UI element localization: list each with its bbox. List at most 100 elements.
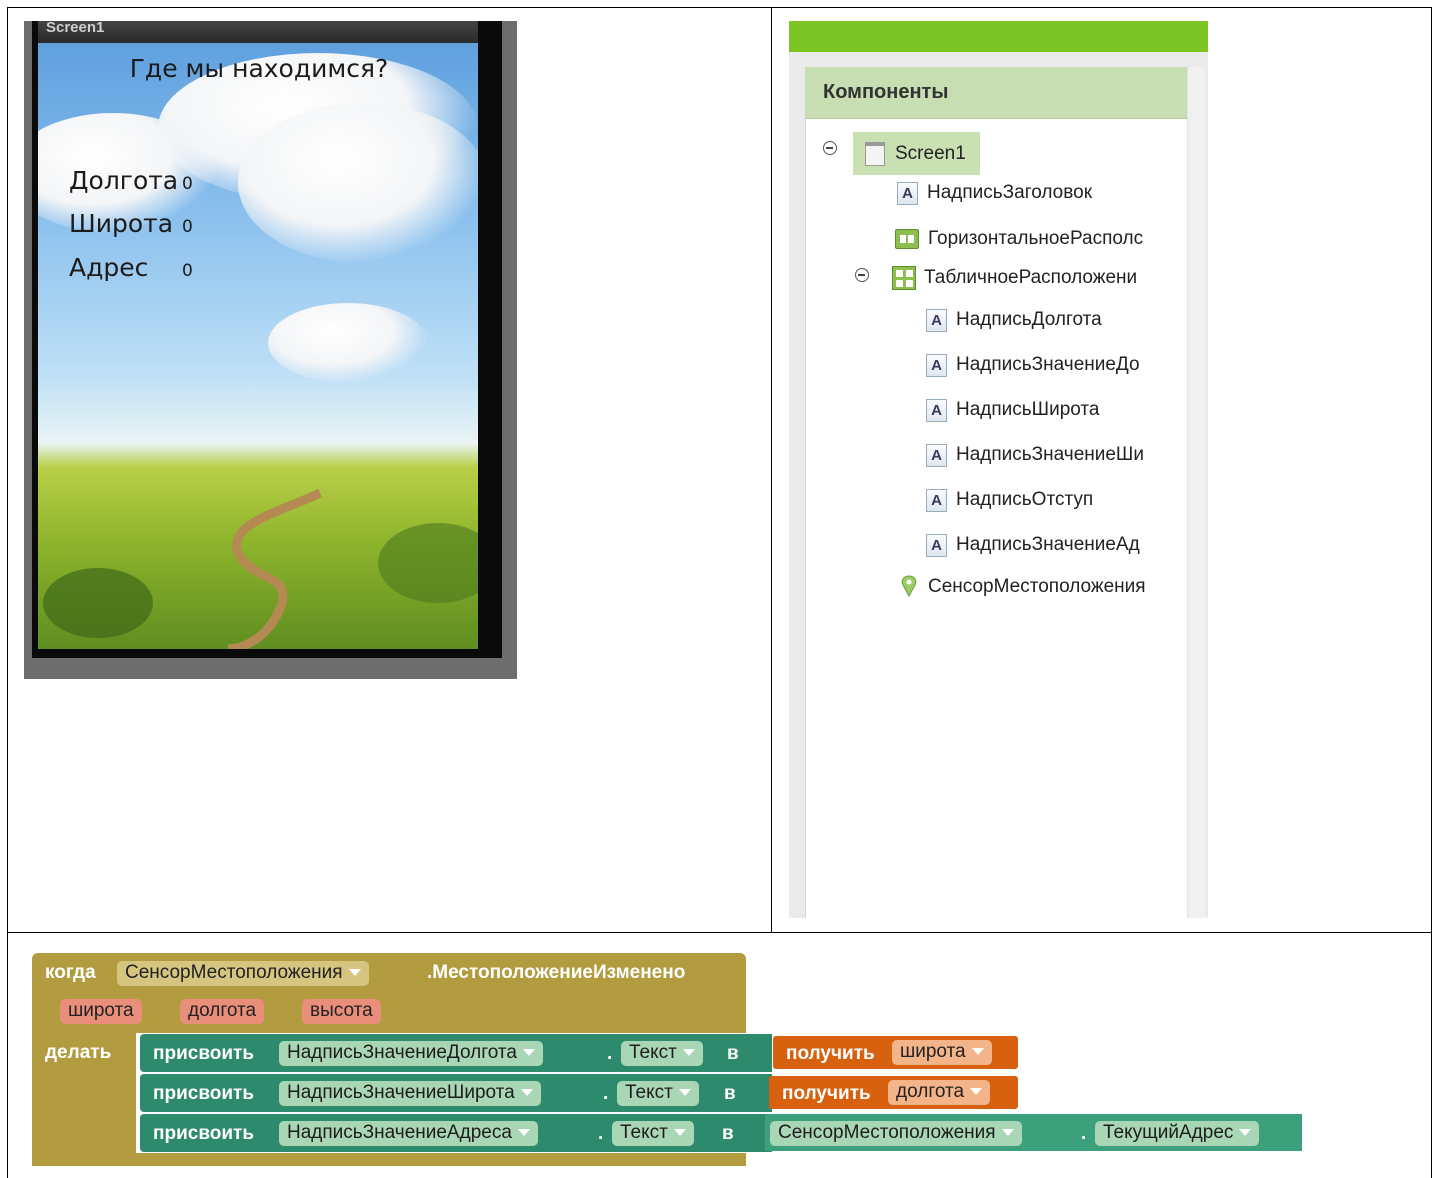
set-target-dropdown[interactable]: НадписьЗначениеДолгота (279, 1041, 543, 1066)
chevron-down-icon (678, 1089, 691, 1097)
get-keyword: получить (786, 1043, 875, 1064)
tree-item-label: НадписьЗначениеДо (956, 354, 1140, 375)
dot-separator: . (598, 1123, 604, 1144)
tree-item-label: НадписьОтступ (956, 489, 1094, 510)
screen-icon (865, 141, 885, 166)
phone-preview: Screen1 Где мы находимся? Долгота 0 Широ… (24, 21, 517, 679)
property-dropdown[interactable]: Текст (612, 1121, 694, 1146)
set-target-label: НадписьЗначениеДолгота (287, 1042, 517, 1063)
param-longitude[interactable]: долгота (180, 999, 265, 1024)
chevron-down-icon (522, 1049, 535, 1057)
tree-item-label: НадписьЗначениеАд (956, 534, 1140, 555)
label-icon: A (897, 181, 918, 205)
components-scrollbar[interactable] (1187, 67, 1205, 918)
label-icon: A (926, 533, 947, 557)
tree-item-location-sensor[interactable]: СенсорМестоположения (899, 572, 1146, 602)
chevron-down-icon (1239, 1129, 1252, 1137)
get-variable-dropdown[interactable]: широта (892, 1040, 992, 1065)
tree-item-label: ГоризонтальноеРасполс (928, 228, 1144, 249)
chevron-down-icon (517, 1129, 530, 1137)
longitude-label: Долгота (69, 166, 179, 195)
latitude-label: Широта (69, 209, 174, 238)
road-path (43, 488, 478, 649)
grid-horizontal (7, 932, 1432, 933)
set-target-label: НадписьЗначениеАдреса (287, 1122, 512, 1143)
tree-item-address-value-label[interactable]: A НадписьЗначениеАд (926, 530, 1140, 560)
set-target-dropdown[interactable]: НадписьЗначениеШирота (279, 1081, 541, 1106)
get-keyword: получить (782, 1083, 871, 1104)
tree-item-label: СенсорМестоположения (928, 576, 1146, 597)
label-icon: A (926, 398, 947, 422)
longitude-row: Долгота 0 (69, 166, 193, 195)
screen-title-bar: Screen1 (38, 21, 478, 43)
tree-item-latitude-value-label[interactable]: A НадписьЗначениеШи (926, 440, 1144, 470)
grid-middle-vertical (771, 7, 772, 933)
address-label: Адрес (69, 253, 149, 282)
set-keyword: присвоить (153, 1043, 255, 1064)
tree-item-label: НадписьЗаголовок (927, 182, 1093, 203)
get-variable-label: долгота (896, 1081, 965, 1102)
dot-separator: . (1081, 1123, 1087, 1144)
tree-item-longitude-label[interactable]: A НадписьДолгота (926, 305, 1102, 335)
set-target-label: НадписьЗначениеШирота (287, 1082, 515, 1103)
longitude-value: 0 (182, 174, 193, 194)
app-title-label: Где мы находимся? (129, 54, 389, 83)
label-icon: A (926, 308, 947, 332)
to-keyword: в (722, 1123, 734, 1144)
tree-item-label: ТабличноеРасположени (924, 267, 1138, 288)
collapse-table-arrangement-toggle[interactable] (855, 268, 869, 282)
tree-item-indent-label[interactable]: A НадписьОтступ (926, 485, 1093, 515)
dot-separator: . (603, 1083, 609, 1104)
label-icon: A (926, 488, 947, 512)
grid-top (7, 7, 1432, 8)
to-keyword: в (724, 1083, 736, 1104)
set-keyword: присвоить (153, 1123, 255, 1144)
sensor-component-label: СенсорМестоположения (778, 1122, 996, 1143)
property-dropdown[interactable]: Текст (621, 1041, 703, 1066)
sensor-property-label: ТекущийАдрес (1103, 1122, 1234, 1143)
get-variable-label: широта (900, 1041, 966, 1062)
event-component-dropdown[interactable]: СенсорМестоположения (117, 961, 369, 986)
tree-item-screen1[interactable]: Screen1 (853, 132, 980, 175)
chevron-down-icon (970, 1088, 983, 1096)
get-variable-dropdown[interactable]: долгота (888, 1080, 991, 1105)
address-value: 0 (182, 261, 193, 281)
chevron-down-icon (971, 1048, 984, 1056)
latitude-value: 0 (182, 217, 193, 237)
property-dropdown[interactable]: Текст (617, 1081, 699, 1106)
tree-item-longitude-value-label[interactable]: A НадписьЗначениеДо (926, 350, 1140, 380)
address-row: Адрес 0 (69, 253, 193, 282)
label-icon: A (926, 353, 947, 377)
collapse-screen1-toggle[interactable] (823, 141, 837, 155)
param-altitude[interactable]: высота (302, 999, 381, 1024)
components-header: Компоненты (805, 67, 1187, 119)
horizontal-arrangement-icon (895, 229, 919, 249)
sensor-component-dropdown[interactable]: СенсорМестоположения (770, 1121, 1022, 1146)
tree-item-latitude-label[interactable]: A НадписьШирота (926, 395, 1099, 425)
set-target-dropdown[interactable]: НадписьЗначениеАдреса (279, 1121, 538, 1146)
tree-item-horizontal-arrangement[interactable]: ГоризонтальноеРасполс (895, 224, 1143, 254)
location-sensor-icon (901, 575, 917, 598)
tree-item-header-label[interactable]: A НадписьЗаголовок (897, 178, 1092, 208)
tree-item-label: Screen1 (895, 142, 966, 164)
sensor-property-dropdown[interactable]: ТекущийАдрес (1095, 1121, 1260, 1146)
background-image (38, 43, 478, 649)
to-keyword: в (727, 1043, 739, 1064)
param-latitude[interactable]: широта (60, 999, 142, 1024)
latitude-row: Широта 0 (69, 209, 193, 238)
label-icon: A (926, 443, 947, 467)
components-header-title: Компоненты (823, 81, 949, 103)
tree-item-label: НадписьДолгота (956, 309, 1102, 330)
property-label: Текст (620, 1122, 668, 1143)
tree-item-label: НадписьШирота (956, 399, 1100, 420)
property-label: Текст (629, 1042, 677, 1063)
chevron-down-icon (1001, 1129, 1014, 1137)
grid-right (1431, 7, 1432, 1178)
chevron-down-icon (682, 1049, 695, 1057)
property-label: Текст (625, 1082, 673, 1103)
event-component-label: СенсорМестоположения (125, 962, 343, 983)
when-keyword: когда (45, 962, 96, 983)
tree-item-table-arrangement[interactable]: ТабличноеРасположени (892, 263, 1137, 293)
chevron-down-icon (520, 1089, 533, 1097)
event-name: .МестоположениеИзменено (427, 962, 686, 983)
